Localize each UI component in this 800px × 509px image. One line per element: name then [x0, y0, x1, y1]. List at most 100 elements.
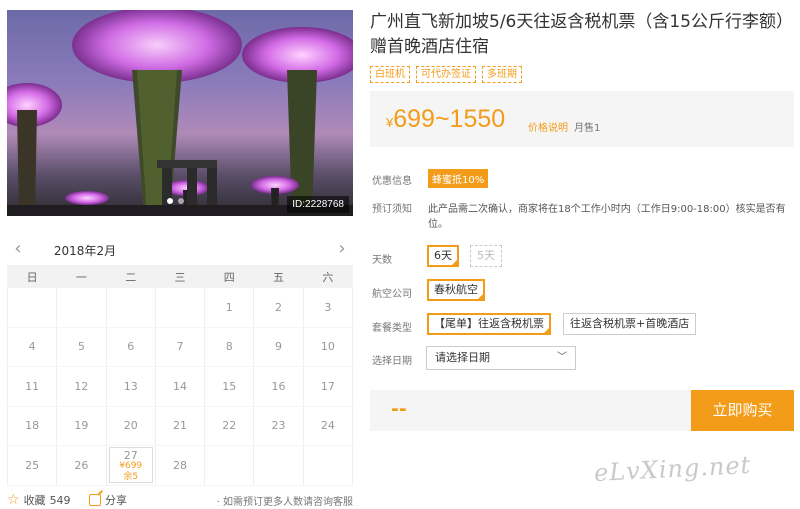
calendar-week: 25 26 27 ¥699 余5 28 — [6, 445, 354, 486]
calendar-day — [6, 287, 58, 328]
favorite-count: 549 — [49, 493, 71, 507]
date-select-value: 请选择日期 — [435, 351, 490, 364]
package-option-ticket-hotel[interactable]: 往返含税机票+首晚酒店 — [563, 313, 697, 335]
calendar-day: 26 — [56, 445, 107, 486]
next-month-chevron-icon[interactable]: › — [333, 240, 351, 260]
date-select[interactable]: 请选择日期 ﹀ — [426, 346, 576, 370]
prev-month-chevron-icon[interactable]: ‹ — [9, 240, 27, 260]
calendar-day: 12 — [56, 366, 107, 407]
calendar-week: 1 2 3 — [6, 287, 354, 328]
calendar-day — [204, 445, 255, 486]
product-tag: 白班机 — [370, 66, 410, 83]
calendar-day: 11 — [6, 366, 58, 407]
notice-label: 预订须知 — [372, 204, 412, 215]
calendar-day: 1 — [204, 287, 255, 328]
calendar-day: 21 — [154, 406, 206, 446]
available-day-number: 27 — [123, 449, 138, 463]
calendar-week: 11 12 13 14 15 16 17 — [6, 366, 354, 407]
weekday-label: 二 — [105, 265, 156, 288]
calendar-day: 6 — [105, 327, 156, 367]
share-label: 分享 — [105, 494, 127, 507]
buy-bar: -- 立即购买 — [370, 390, 794, 431]
carousel-dots — [167, 198, 184, 204]
calendar-week: 4 5 6 7 8 9 10 — [6, 327, 354, 367]
share-button[interactable]: 分享 — [89, 492, 127, 508]
calendar-day — [253, 445, 304, 486]
package-option-tail-ticket[interactable]: 【尾单】往返含税机票 — [427, 313, 551, 335]
available-day-price: ¥699 — [119, 461, 143, 472]
weekday-label: 六 — [302, 265, 354, 288]
weekday-label: 三 — [154, 265, 206, 288]
favorite-label: 收藏 — [23, 494, 46, 507]
weekday-label: 日 — [6, 265, 58, 288]
available-day-stock: 余5 — [123, 472, 139, 483]
star-icon: ☆ — [7, 492, 20, 508]
monthly-sales: 月售1 — [574, 123, 601, 134]
buy-now-button[interactable]: 立即购买 — [691, 390, 794, 431]
calendar-day: 17 — [302, 366, 354, 407]
calendar-day: 16 — [253, 366, 304, 407]
calendar-day: 20 — [105, 406, 156, 446]
price-value: 699~1550 — [393, 105, 506, 133]
calendar-day: 2 — [253, 287, 304, 328]
calendar-week: 18 19 20 21 22 23 24 — [6, 406, 354, 446]
calendar-grid: 日 一 二 三 四 五 六 1 2 3 4 5 6 7 8 9 10 11 12… — [6, 265, 354, 486]
airline-label: 航空公司 — [372, 289, 412, 300]
calendar-day: 14 — [154, 366, 206, 407]
calendar-header: ‹ 2018年2月 › — [7, 236, 353, 269]
total-price: -- — [391, 398, 407, 420]
price-panel: ¥699~1550 价格说明 月售1 — [370, 91, 794, 147]
group-booking-note: · 如需预订更多人数请咨询客服 — [216, 497, 353, 508]
calendar-day: 15 — [204, 366, 255, 407]
calendar-day: 19 — [56, 406, 107, 446]
days-option-6[interactable]: 6天 — [427, 245, 459, 267]
calendar-day: 5 — [56, 327, 107, 367]
calendar-day: 4 — [6, 327, 58, 367]
calendar-day — [302, 445, 354, 486]
weekday-label: 一 — [56, 265, 107, 288]
weekday-label: 四 — [204, 265, 255, 288]
calendar-day: 23 — [253, 406, 304, 446]
calendar-day: 13 — [105, 366, 156, 407]
price-explanation-link[interactable]: 价格说明 — [528, 119, 568, 134]
product-title: 广州直飞新加坡5/6天往返含税机票（含15公斤行李额）赠首晚酒店住宿 — [370, 12, 793, 57]
photo-footer: ☆ 收藏 549 分享 · 如需预订更多人数请咨询客服 — [7, 492, 353, 509]
product-photo[interactable]: ID:2228768 — [7, 10, 353, 216]
product-tags: 白班机 可代办签证 多班期 — [370, 66, 522, 83]
product-tag: 可代办签证 — [416, 66, 476, 83]
calendar-day — [154, 287, 206, 328]
calendar-day: 24 — [302, 406, 354, 446]
package-label: 套餐类型 — [372, 323, 412, 334]
weekday-row: 日 一 二 三 四 五 六 — [6, 265, 354, 288]
airline-option[interactable]: 春秋航空 — [427, 279, 485, 301]
photo-id-label: ID:2228768 — [287, 196, 349, 213]
discount-label: 优惠信息 — [372, 176, 412, 187]
supertree-illustration — [7, 10, 353, 216]
available-date-box[interactable]: 27 ¥699 余5 — [108, 447, 153, 484]
discount-badge: 蜂蜜抵10% — [428, 169, 489, 188]
calendar-day-available[interactable]: 27 ¥699 余5 — [105, 445, 156, 486]
calendar-day: 8 — [204, 327, 255, 367]
price-range: ¥699~1550 — [386, 105, 505, 134]
product-tag: 多班期 — [482, 66, 522, 83]
weekday-label: 五 — [253, 265, 304, 288]
calendar-day: 28 — [154, 445, 206, 486]
calendar-day: 18 — [6, 406, 58, 446]
carousel-dot[interactable] — [167, 198, 173, 204]
calendar-day: 3 — [302, 287, 354, 328]
favorite-button[interactable]: ☆ 收藏 549 — [7, 492, 71, 508]
share-icon — [89, 494, 101, 506]
booking-notice-text: 此产品需二次确认，商家将在18个工作小时内（工作日9:00-18:00）核实是否… — [428, 204, 786, 230]
calendar-day: 7 — [154, 327, 206, 367]
site-watermark: eLvXing.net — [593, 450, 752, 488]
chevron-down-icon: ﹀ — [557, 352, 567, 363]
calendar-day: 9 — [253, 327, 304, 367]
days-option-5: 5天 — [470, 245, 502, 267]
calendar-day — [105, 287, 156, 328]
calendar-day — [56, 287, 107, 328]
calendar-day: 25 — [6, 445, 58, 486]
date-label: 选择日期 — [372, 356, 412, 367]
calendar-day: 22 — [204, 406, 255, 446]
days-label: 天数 — [372, 255, 392, 266]
carousel-dot[interactable] — [178, 198, 184, 204]
